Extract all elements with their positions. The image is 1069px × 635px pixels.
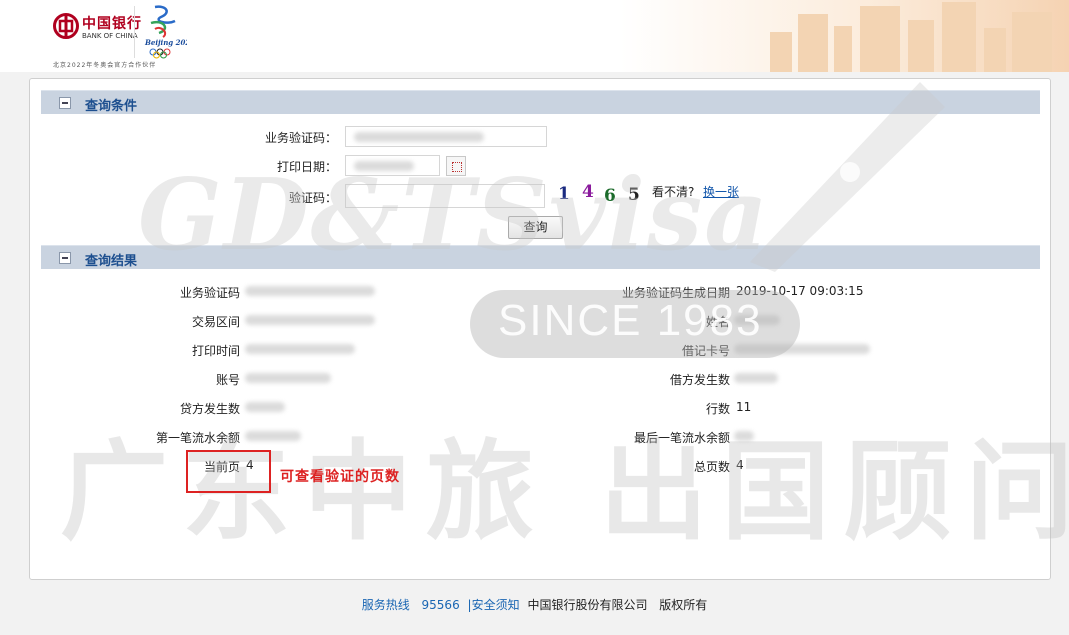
footer-company: 中国银行股份有限公司 <box>527 598 648 612</box>
captcha-char: 1 <box>558 184 570 204</box>
result-debit-count-label: 借方发生数 <box>669 373 730 387</box>
main-panel: 查询条件 业务验证码： 打印日期： 验证码： 1 4 6 5 看不清? 换一张 … <box>29 78 1051 580</box>
redacted-value <box>734 373 778 383</box>
captcha-input[interactable] <box>345 184 545 208</box>
result-code-date-label: 业务验证码生成日期 <box>621 286 730 300</box>
query-section-title: 查询条件 <box>85 99 138 114</box>
result-section-title: 查询结果 <box>85 254 138 269</box>
result-name-label: 姓名 <box>705 315 730 329</box>
footer-hotline-number: 95566 <box>421 598 460 612</box>
redacted-value <box>245 286 375 296</box>
refresh-captcha-link[interactable]: 换一张 <box>703 183 739 200</box>
annotation-highlight-box <box>186 450 271 493</box>
beijing-2022-olympics-logo-icon: Beijing 2022 <box>144 5 187 59</box>
business-code-label: 业务验证码： <box>264 131 337 145</box>
calendar-icon[interactable] <box>446 156 466 176</box>
bank-name-en: BANK OF CHINA <box>82 32 138 40</box>
result-section-header[interactable]: 查询结果 <box>41 245 1040 269</box>
redacted-value <box>734 431 754 441</box>
captcha-char: 4 <box>582 182 594 202</box>
print-date-label: 打印日期： <box>276 160 337 174</box>
page-footer: 服务热线 95566 |安全须知 中国银行股份有限公司 版权所有 <box>0 596 1069 613</box>
result-credit-count-label: 贷方发生数 <box>179 402 240 416</box>
result-last-balance-label: 最后一笔流水余额 <box>633 431 730 445</box>
header-skyline-banner <box>620 0 1069 72</box>
sponsor-tagline: 北京2022年冬奥会官方合作伙伴 <box>53 62 157 69</box>
redacted-value <box>354 161 414 171</box>
collapse-toggle-icon[interactable] <box>59 252 71 264</box>
annotation-text: 可查看验证的页数 <box>280 469 400 485</box>
captcha-char: 6 <box>604 186 616 206</box>
result-card-label: 借记卡号 <box>681 344 730 358</box>
redacted-value <box>245 344 355 354</box>
result-total-pages-label: 总页数 <box>693 460 730 474</box>
result-account-label: 账号 <box>215 373 240 387</box>
query-section-header[interactable]: 查询条件 <box>41 90 1040 114</box>
redacted-value <box>245 402 285 412</box>
redacted-value <box>734 344 870 354</box>
footer-hotline-label: 服务热线 <box>361 598 410 612</box>
captcha-image: 1 4 6 5 <box>554 181 652 211</box>
result-business-code-label: 业务验证码 <box>179 286 240 300</box>
result-rows-label: 行数 <box>705 402 730 416</box>
redacted-value <box>354 132 484 142</box>
result-rows-value: 11 <box>736 400 752 414</box>
collapse-toggle-icon[interactable] <box>59 97 71 109</box>
svg-text:Beijing 2022: Beijing 2022 <box>144 38 187 47</box>
result-first-balance-label: 第一笔流水余额 <box>155 431 240 445</box>
redacted-value <box>734 315 780 325</box>
result-total-pages-value: 4 <box>736 458 744 472</box>
bank-of-china-logo-icon <box>53 13 79 39</box>
print-date-input[interactable] <box>345 155 440 176</box>
page-header: 中国银行 BANK OF CHINA Beijing 2022 北京2022年冬… <box>0 0 1069 72</box>
bank-name-cn: 中国银行 <box>82 16 142 32</box>
redacted-value <box>245 315 375 325</box>
result-range-label: 交易区间 <box>191 315 240 329</box>
query-button[interactable]: 查询 <box>508 216 563 239</box>
cant-see-text: 看不清? <box>652 185 695 199</box>
result-print-time-label: 打印时间 <box>191 344 240 358</box>
header-divider <box>134 6 135 58</box>
captcha-char: 5 <box>628 185 640 205</box>
business-code-input[interactable] <box>345 126 547 147</box>
footer-security-link[interactable]: 安全须知 <box>472 598 520 612</box>
result-code-date-value: 2019-10-17 09:03:15 <box>736 284 864 298</box>
footer-copyright: 版权所有 <box>659 598 708 612</box>
captcha-label: 验证码： <box>288 191 337 205</box>
redacted-value <box>245 373 331 383</box>
redacted-value <box>245 431 301 441</box>
